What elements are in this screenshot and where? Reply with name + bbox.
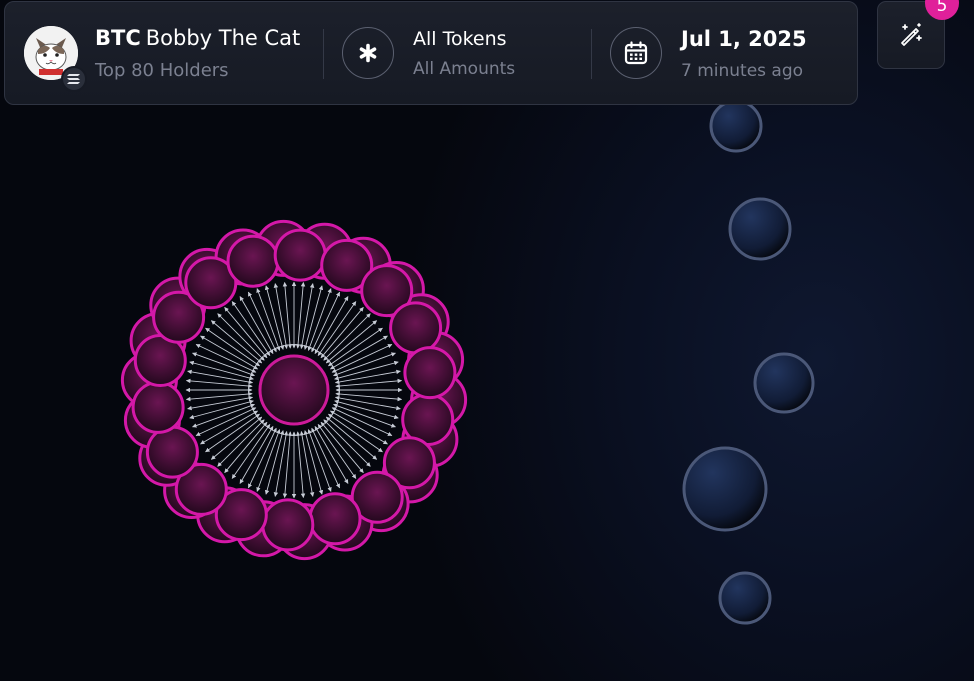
snapshot-date[interactable]: Jul 1, 2025	[681, 27, 807, 51]
transfer-arrow	[335, 378, 403, 389]
token-full-name: Bobby The Cat	[145, 26, 301, 50]
transfer-arrow	[333, 403, 396, 428]
transfer-arrow	[333, 352, 396, 377]
transfer-arrow	[331, 343, 393, 373]
calendar-icon	[624, 41, 648, 65]
transfer-arrow	[189, 399, 254, 420]
holder-bubble[interactable]	[308, 492, 362, 546]
transfer-arrow	[256, 288, 281, 351]
transfer-arrow	[195, 343, 257, 373]
holder-bubble[interactable]	[403, 346, 457, 400]
holder-bubble[interactable]	[273, 228, 327, 282]
token-info-bar: BTC Bobby The Cat Top 80 Holders All Toke…	[4, 1, 858, 105]
transfer-arrow	[335, 391, 403, 402]
token-name[interactable]: BTC Bobby The Cat	[95, 26, 300, 50]
transfer-arrow	[334, 369, 401, 385]
isolated-holders	[682, 99, 815, 625]
divider	[591, 29, 592, 79]
date-picker-button[interactable]	[610, 27, 662, 79]
token-symbol: BTC	[95, 26, 141, 50]
transfer-arrow	[189, 360, 254, 381]
transfer-arrow	[187, 395, 254, 411]
holder-bubble[interactable]	[728, 197, 792, 261]
token-filter-label[interactable]: All Tokens	[413, 28, 507, 50]
transfer-arrow	[185, 391, 253, 402]
holder-bubble[interactable]	[131, 380, 185, 434]
hub-holder-bubble[interactable]	[258, 354, 330, 426]
transfer-arrow	[282, 431, 293, 499]
divider	[323, 29, 324, 79]
transfer-arrow	[299, 430, 315, 497]
holder-bubble[interactable]	[389, 301, 443, 355]
transfer-arrow	[331, 407, 393, 437]
transfer-arrow	[256, 429, 281, 492]
transfer-arrow	[295, 281, 306, 349]
transfer-arrow	[195, 407, 257, 437]
magic-wand-icon	[901, 23, 922, 46]
transfer-arrow	[187, 369, 254, 385]
token-filter-button[interactable]	[342, 27, 394, 79]
holder-bubble[interactable]	[718, 571, 772, 625]
transfer-arrow	[273, 283, 289, 350]
holders-scope: Top 80 Holders	[95, 60, 229, 81]
holder-bubble[interactable]	[261, 498, 315, 552]
snapshot-relative-time: 7 minutes ago	[681, 61, 804, 81]
holder-bubble[interactable]	[145, 425, 199, 479]
transfer-arrow	[311, 427, 341, 489]
transfer-arrow	[247, 427, 277, 489]
holder-bubble[interactable]	[753, 352, 815, 414]
asterisk-icon	[359, 43, 377, 63]
amount-filter-label: All Amounts	[413, 59, 516, 79]
holder-bubble[interactable]	[226, 234, 280, 288]
transfer-arrow	[247, 291, 277, 353]
holder-bubble[interactable]	[709, 99, 763, 153]
transfer-arrow	[303, 285, 324, 350]
holder-bubble[interactable]	[682, 446, 768, 532]
transfer-arrow	[185, 378, 253, 389]
transfer-arrow	[334, 399, 399, 420]
transfer-arrow	[307, 288, 332, 351]
transfer-arrow	[192, 403, 255, 428]
transfer-arrow	[334, 395, 401, 411]
transfer-arrow	[282, 281, 293, 349]
transfer-arrow	[192, 352, 255, 377]
transfer-arrow	[264, 285, 285, 350]
transfer-arrow	[295, 431, 306, 499]
transfer-arrow	[264, 430, 285, 495]
transfer-arrow	[334, 360, 399, 381]
transfer-arrow	[307, 429, 332, 492]
transfer-arrow	[311, 291, 341, 353]
solana-icon	[61, 66, 87, 92]
transfer-arrow	[273, 430, 289, 497]
transfer-arrow	[303, 430, 324, 495]
transfer-arrow	[299, 283, 315, 350]
